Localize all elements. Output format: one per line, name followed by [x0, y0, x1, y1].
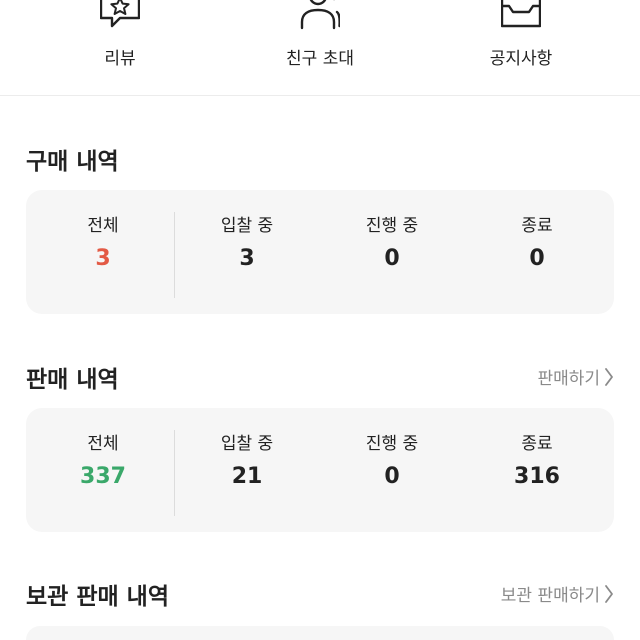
storage-sales-title: 보관 판매 내역: [26, 584, 169, 610]
review-star-icon: [99, 0, 141, 32]
storage-sell-link-label: 보관 판매하기: [500, 586, 600, 606]
sales-history-title: 판매 내역: [26, 367, 119, 393]
purchase-history-title: 구매 내역: [26, 149, 119, 175]
stat-label: 진행 중: [365, 216, 419, 236]
stat-value: 3: [95, 246, 111, 271]
stat-label: 입찰 중: [220, 434, 274, 454]
purchase-history-card: 전체 3 입찰 중 3 진행 중 0 종료 0: [26, 190, 614, 314]
stat-label: 전체: [87, 216, 119, 236]
stat-label: 전체: [87, 434, 119, 454]
notice-label: 공지사항: [489, 49, 553, 69]
stat-value: 0: [529, 246, 545, 271]
stat-value: 21: [231, 464, 263, 489]
stat-label: 입찰 중: [220, 216, 274, 236]
stat-value: 0: [384, 246, 400, 271]
stat-value: 316: [514, 464, 560, 489]
sell-link[interactable]: 판매하기: [537, 364, 614, 389]
sales-bidding[interactable]: 입찰 중 21: [182, 432, 312, 492]
invite-friend-shortcut[interactable]: 친구 초대: [260, 0, 380, 96]
stat-label: 종료: [521, 216, 553, 236]
purchase-ended[interactable]: 종료 0: [472, 214, 602, 274]
storage-sales-card: [26, 626, 614, 640]
notice-shortcut[interactable]: 공지사항: [461, 0, 581, 96]
chevron-right-icon: [605, 367, 613, 386]
purchase-bidding[interactable]: 입찰 중 3: [182, 214, 312, 274]
sales-in-progress[interactable]: 진행 중 0: [327, 432, 457, 492]
stat-value: 0: [384, 464, 400, 489]
stat-label: 종료: [521, 434, 553, 454]
review-label: 리뷰: [104, 49, 136, 69]
chevron-right-icon: [605, 584, 613, 603]
stat-label: 진행 중: [365, 434, 419, 454]
storage-sell-link[interactable]: 보관 판매하기: [501, 581, 614, 606]
sales-total[interactable]: 전체 337: [38, 432, 168, 492]
friends-icon: [300, 0, 341, 32]
card-divider: [174, 212, 175, 298]
stat-value: 337: [80, 464, 126, 489]
sell-link-label: 판매하기: [537, 369, 600, 389]
sales-ended[interactable]: 종료 316: [472, 432, 602, 492]
purchase-in-progress[interactable]: 진행 중 0: [327, 214, 457, 274]
stat-value: 3: [239, 246, 255, 271]
card-divider: [174, 430, 175, 516]
sales-history-card: 전체 337 입찰 중 21 진행 중 0 종료 316: [26, 408, 614, 532]
invite-friend-label: 친구 초대: [286, 49, 354, 69]
review-shortcut[interactable]: 리뷰: [60, 0, 180, 96]
shortcut-bar: 리뷰 친구 초대 공지사항: [0, 0, 640, 96]
purchase-total[interactable]: 전체 3: [38, 214, 168, 274]
notice-box-icon: [500, 0, 542, 32]
